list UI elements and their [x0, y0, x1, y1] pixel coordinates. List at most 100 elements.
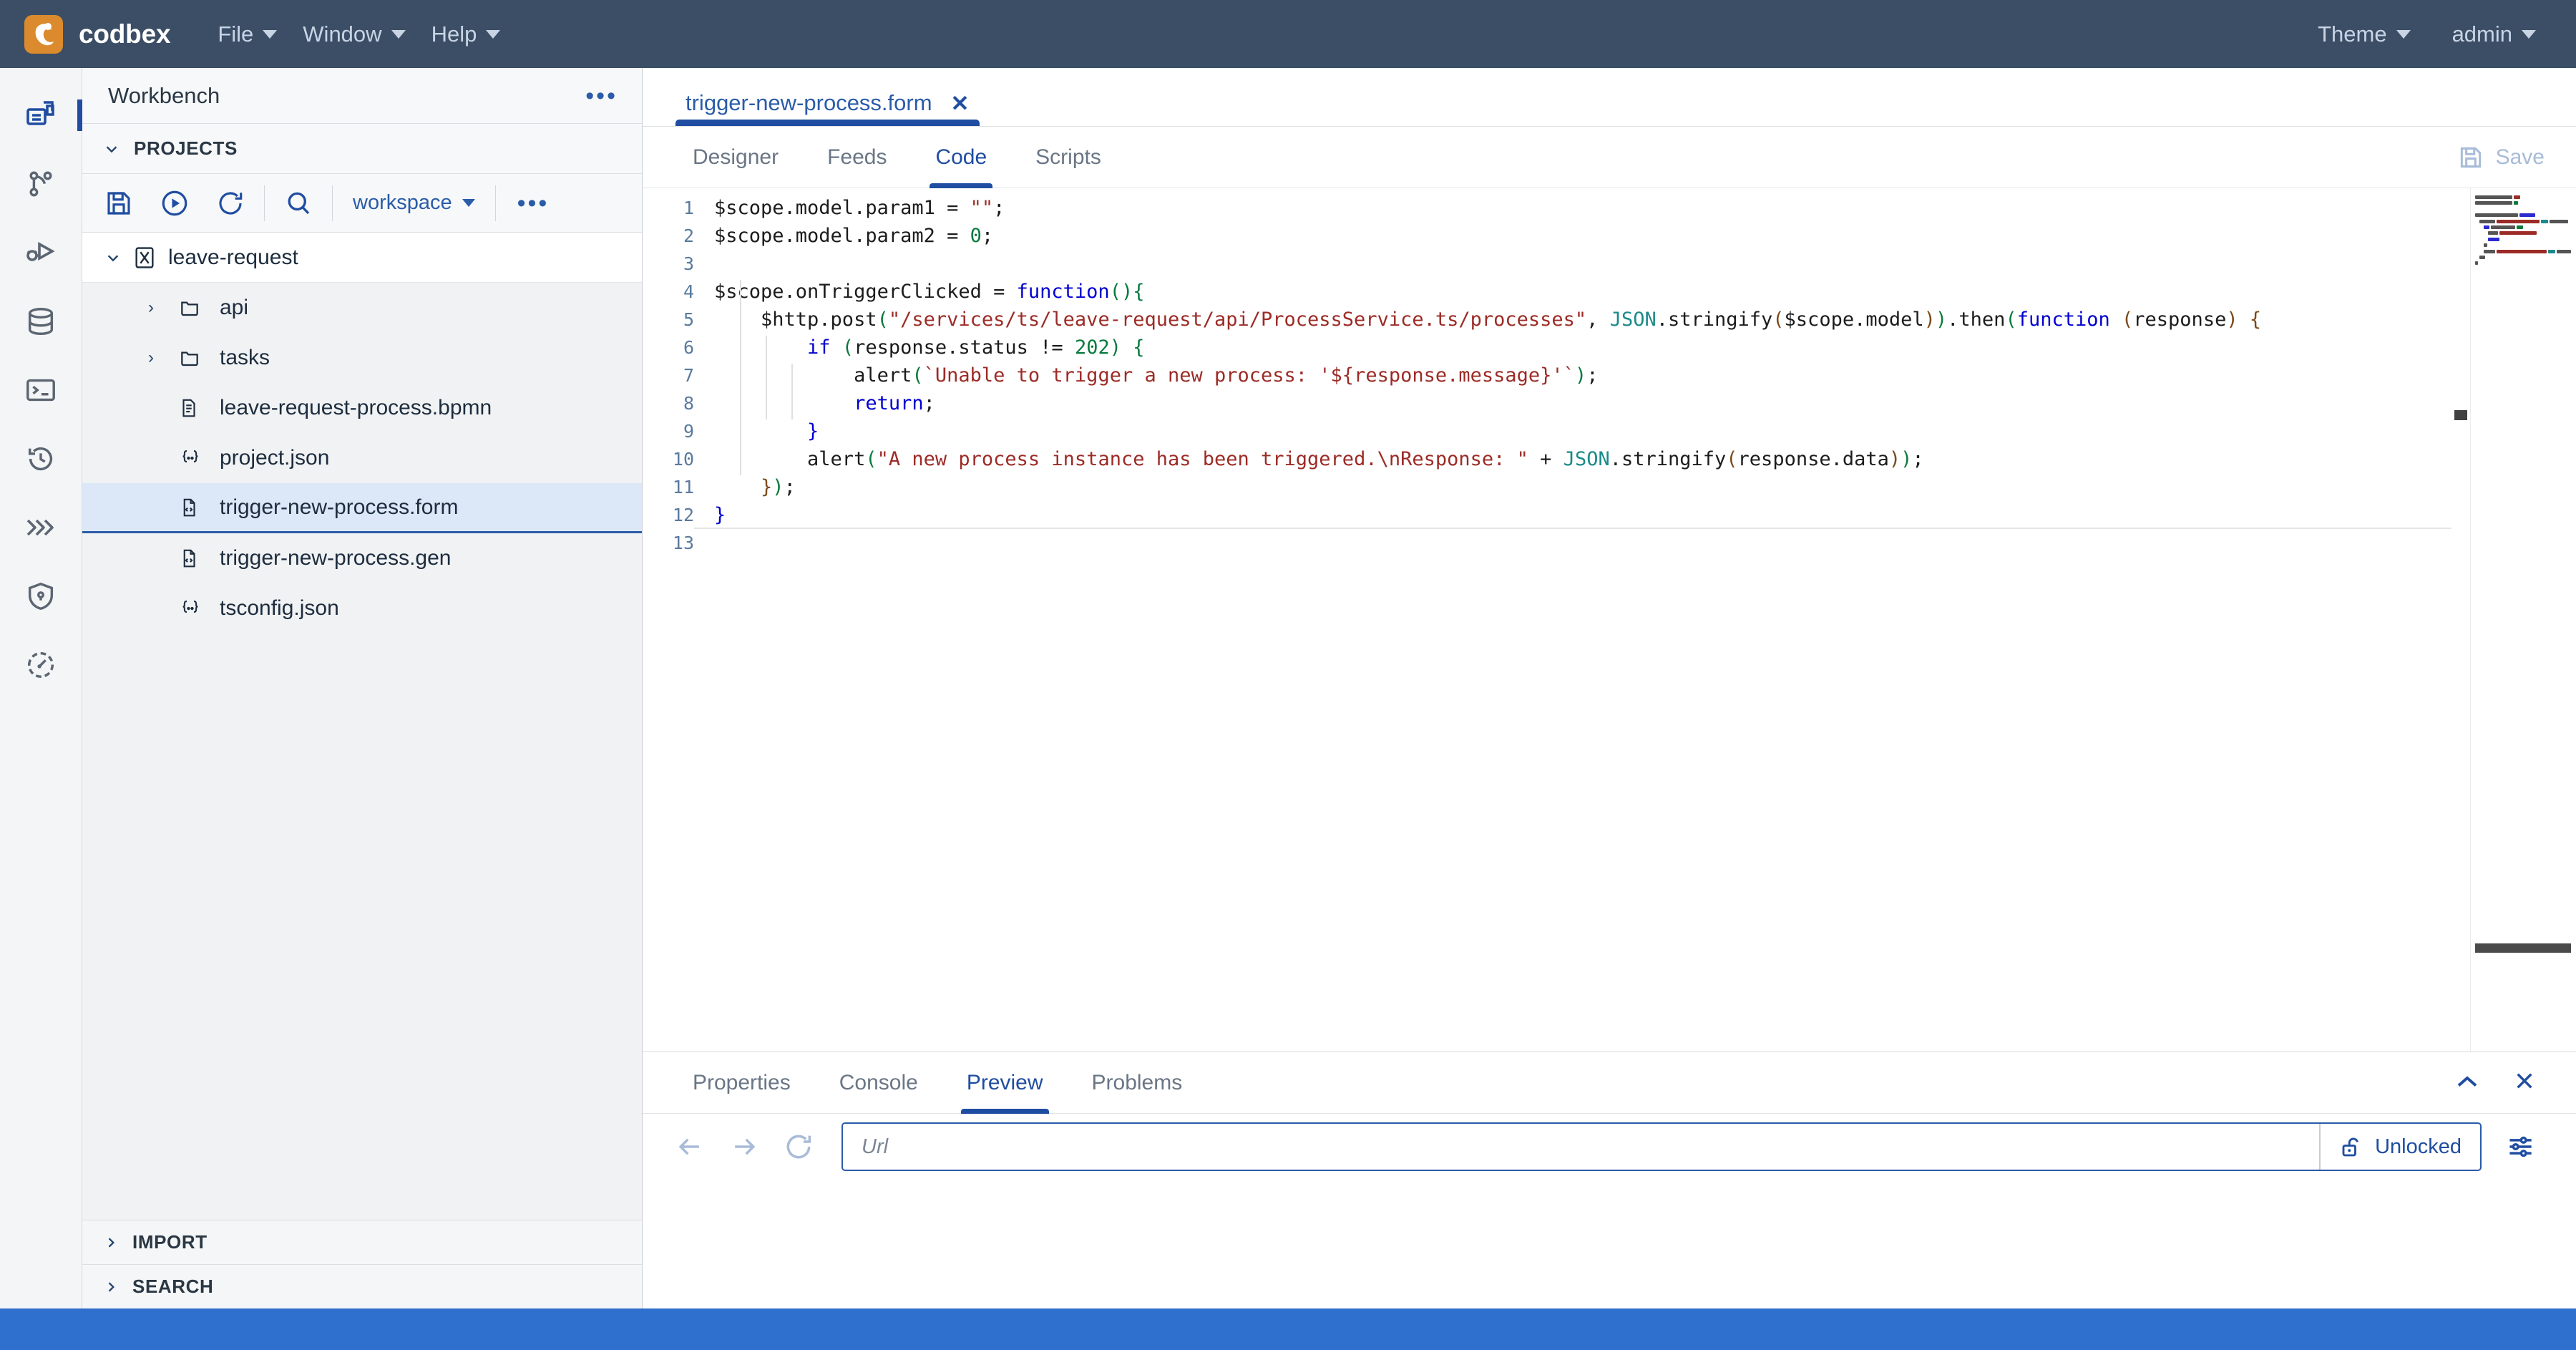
- toolbar-divider: [264, 185, 265, 221]
- tree-item-trigger-new-process-gen[interactable]: trigger-new-process.gen: [82, 533, 642, 583]
- chevron-right-icon: ›: [148, 298, 154, 317]
- tree-item-tasks[interactable]: › tasks: [82, 333, 642, 383]
- tab-preview[interactable]: Preview: [942, 1052, 1068, 1114]
- activity-bar: [0, 68, 82, 1308]
- activity-item-database[interactable]: [0, 287, 82, 356]
- minimap-line: [2475, 213, 2576, 218]
- menu-file-label: File: [218, 21, 254, 47]
- scrollbar-thumb[interactable]: [2454, 410, 2467, 420]
- line-number: 10: [672, 449, 694, 470]
- preview-settings-button[interactable]: [2494, 1120, 2547, 1173]
- tree-item-project-json[interactable]: project.json: [82, 433, 642, 483]
- projects-section-header[interactable]: PROJECTS: [82, 124, 642, 174]
- history-icon: [28, 447, 53, 471]
- import-section-label: IMPORT: [132, 1231, 208, 1253]
- tree-item-leave-request[interactable]: leave-request: [82, 233, 642, 283]
- editor-tabstrip: trigger-new-process.form ✕: [643, 68, 2576, 127]
- editor-vertical-scrollbar[interactable]: [2451, 188, 2470, 1052]
- activity-item-history[interactable]: [0, 424, 82, 493]
- preview-forward-button[interactable]: [717, 1120, 771, 1174]
- code-line-2: $scope.model.param2 = 0;: [714, 225, 994, 247]
- tree-publish-button[interactable]: [147, 174, 203, 233]
- chevron-up-icon: [2457, 1075, 2477, 1087]
- activity-item-workbench[interactable]: [0, 81, 82, 150]
- tree-search-button[interactable]: [270, 174, 326, 233]
- tree-item-trigger-new-process-form[interactable]: trigger-new-process.form: [82, 483, 642, 533]
- save-button[interactable]: Save: [2457, 144, 2545, 171]
- theme-menu-label: Theme: [2318, 21, 2387, 47]
- tab-code[interactable]: Code: [911, 127, 1011, 188]
- close-panel-button[interactable]: [2513, 1069, 2536, 1096]
- tab-feeds[interactable]: Feeds: [803, 127, 911, 188]
- chevrons-icon: [26, 519, 54, 536]
- workspace-selector-label: workspace: [353, 191, 452, 214]
- tree-more-button[interactable]: •••: [502, 191, 565, 215]
- tab-console[interactable]: Console: [815, 1052, 942, 1114]
- editor-tab-trigger-new-process-form[interactable]: trigger-new-process.form ✕: [668, 90, 987, 126]
- menu-window[interactable]: Window: [290, 16, 418, 53]
- preview-back-button[interactable]: [663, 1120, 717, 1174]
- tree-toolbar: workspace •••: [82, 174, 642, 233]
- tree-refresh-button[interactable]: [203, 174, 258, 233]
- tab-properties[interactable]: Properties: [668, 1052, 815, 1114]
- minimap-scrollbar-thumb[interactable]: [2475, 943, 2571, 953]
- menu-window-label: Window: [303, 21, 382, 47]
- user-menu[interactable]: admin: [2439, 16, 2549, 53]
- activity-item-git[interactable]: [0, 150, 82, 218]
- line-number: 8: [683, 393, 694, 414]
- sidebar: Workbench ••• PROJECTS workspace ••• lea…: [82, 68, 643, 1308]
- preview-reload-button[interactable]: [771, 1120, 826, 1174]
- theme-menu[interactable]: Theme: [2305, 16, 2423, 53]
- preview-url-bar[interactable]: Unlocked: [841, 1122, 2482, 1171]
- tree-item-api[interactable]: › api: [82, 283, 642, 333]
- sidebar-more-button[interactable]: •••: [585, 84, 618, 108]
- activity-item-terminal[interactable]: [0, 356, 82, 424]
- activity-item-jobs[interactable]: [0, 493, 82, 562]
- tree-item-leave-request-process-bpmn[interactable]: leave-request-process.bpmn: [82, 383, 642, 433]
- code-lines[interactable]: $scope.model.param1 = ""; $scope.model.p…: [694, 188, 2451, 1052]
- chevron-down-icon: [391, 29, 406, 39]
- gauge-icon: [27, 651, 54, 679]
- preview-lock-button[interactable]: Unlocked: [2319, 1124, 2480, 1170]
- activity-item-monitoring[interactable]: [0, 631, 82, 699]
- tab-designer[interactable]: Designer: [668, 127, 803, 188]
- database-icon: [28, 308, 54, 335]
- chevron-down-icon: [2522, 29, 2536, 39]
- collapse-panel-button[interactable]: [2454, 1072, 2480, 1094]
- code-area[interactable]: 1 2 3 4 5 6 7 8 9 10 11 12 13 $scope.mod…: [643, 188, 2470, 1052]
- search-section-header[interactable]: SEARCH: [82, 1264, 642, 1308]
- workspace-selector[interactable]: workspace: [338, 191, 489, 215]
- tab-problems[interactable]: Problems: [1068, 1052, 1207, 1114]
- brand-title: codbex: [79, 19, 171, 49]
- menu-file[interactable]: File: [205, 16, 290, 53]
- close-icon[interactable]: ✕: [951, 92, 970, 115]
- indent-guide: [791, 364, 793, 419]
- bottom-panel: Properties Console Preview Problems Url …: [643, 1052, 2576, 1308]
- editor-minimap[interactable]: [2470, 188, 2576, 1052]
- activity-item-security[interactable]: [0, 562, 82, 631]
- tab-scripts[interactable]: Scripts: [1011, 127, 1126, 188]
- line-number: 9: [683, 421, 694, 442]
- debug-icon: [26, 241, 55, 261]
- preview-toolbar: Unlocked: [643, 1114, 2576, 1180]
- main-area: trigger-new-process.form ✕ Designer Feed…: [643, 68, 2576, 1308]
- code-line-4: $scope.onTriggerClicked = function(){: [714, 281, 1145, 303]
- minimap-line: [2475, 195, 2576, 200]
- minimap-line: [2475, 201, 2576, 206]
- menu-help-label: Help: [431, 21, 477, 47]
- tree-save-button[interactable]: [91, 174, 147, 233]
- import-section-header[interactable]: IMPORT: [82, 1220, 642, 1264]
- tree-item-tsconfig-json[interactable]: tsconfig.json: [82, 583, 642, 633]
- chevron-down-icon: [107, 254, 119, 261]
- url-input[interactable]: [843, 1135, 2320, 1159]
- code-editor[interactable]: 1 2 3 4 5 6 7 8 9 10 11 12 13 $scope.mod…: [643, 188, 2576, 1052]
- status-bar: [0, 1308, 2576, 1350]
- activity-item-debugger[interactable]: [0, 218, 82, 287]
- chevron-down-icon: [263, 29, 278, 39]
- sidebar-bottom-sections: IMPORT SEARCH: [82, 1220, 642, 1308]
- sliders-icon: [2509, 1136, 2532, 1157]
- minimap-line: [2488, 231, 2576, 236]
- minimap-line: [2484, 243, 2576, 248]
- menu-help[interactable]: Help: [419, 16, 514, 53]
